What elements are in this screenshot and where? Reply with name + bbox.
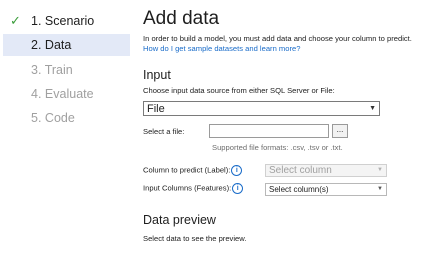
step-scenario[interactable]: ✓ 1. Scenario — [3, 10, 130, 32]
features-label: Input Columns (Features): i — [143, 183, 244, 194]
wizard-sidebar: ✓ 1. Scenario 2. Data 3. Train 4. Evalua… — [0, 0, 130, 253]
sample-datasets-link[interactable]: How do I get sample datasets and learn m… — [143, 44, 300, 53]
step-label: 1. Scenario — [31, 14, 95, 28]
chevron-down-icon: ▼ — [369, 105, 376, 112]
file-path-input[interactable] — [209, 124, 329, 138]
step-label: 3. Train — [31, 63, 73, 77]
label-column-label: Column to predict (Label): i — [143, 165, 243, 176]
info-icon[interactable]: i — [232, 183, 244, 194]
page-title: Add data — [143, 8, 220, 29]
supported-formats-text: Supported file formats: .csv, .tsv or .t… — [212, 143, 343, 152]
data-source-select[interactable]: File ▼ — [143, 101, 380, 116]
data-source-value: File — [147, 103, 165, 115]
source-label: Choose input data source from either SQL… — [143, 86, 335, 95]
step-train[interactable]: 3. Train — [3, 59, 130, 81]
main-panel: Add data In order to build a model, you … — [143, 0, 433, 253]
step-label: 4. Evaluate — [31, 87, 94, 101]
features-value: Select column(s) — [269, 185, 329, 194]
step-evaluate[interactable]: 4. Evaluate — [3, 83, 130, 105]
step-label: 2. Data — [31, 38, 72, 52]
check-icon: ✓ — [10, 13, 21, 28]
step-label: 5. Code — [31, 111, 75, 125]
chevron-down-icon: ▼ — [377, 167, 383, 173]
file-label: Select a file: — [143, 127, 185, 136]
input-heading: Input — [143, 68, 171, 82]
label-column-value: Select column — [269, 165, 332, 176]
info-icon[interactable]: i — [231, 165, 243, 176]
browse-button[interactable]: ... — [332, 124, 348, 138]
chevron-down-icon: ▼ — [377, 186, 383, 192]
step-code[interactable]: 5. Code — [3, 107, 130, 129]
step-data[interactable]: 2. Data — [3, 34, 130, 56]
intro-text: In order to build a model, you must add … — [143, 34, 412, 53]
data-preview-text: Select data to see the preview. — [143, 234, 247, 243]
features-select[interactable]: Select column(s) ▼ — [265, 183, 387, 196]
data-preview-heading: Data preview — [143, 213, 216, 227]
label-column-select[interactable]: Select column ▼ — [265, 164, 387, 177]
